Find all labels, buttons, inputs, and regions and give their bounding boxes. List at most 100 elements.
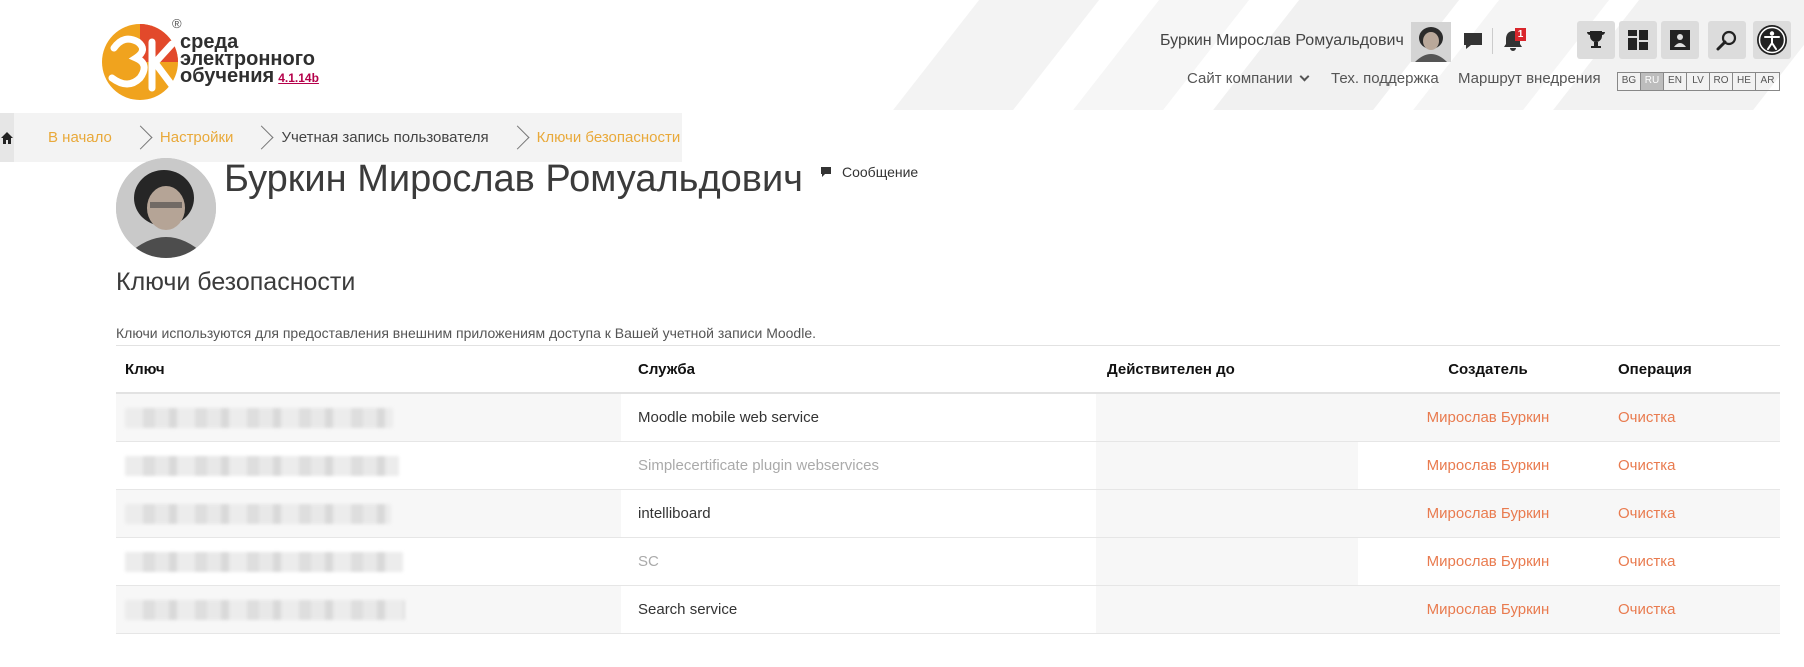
creator-link[interactable]: Мирослав Буркин [1358,394,1618,441]
trophy-button[interactable] [1577,21,1615,59]
chevron-right-icon [249,125,274,150]
logo-version: 4.1.14b [278,71,319,85]
creator-link[interactable]: Мирослав Буркин [1358,490,1618,537]
table-row: SC Мирослав Буркин Очистка [116,538,1780,586]
home-icon [1,131,13,144]
logo-line-3: обучения 4.1.14b [180,65,319,87]
redacted-key [125,551,403,572]
breadcrumb-home[interactable] [0,113,14,162]
col-operation: Операция [1618,360,1692,378]
lang-ro[interactable]: RO [1710,73,1733,90]
redacted-key [125,407,393,428]
table-row: Simplecertificate plugin webservices Мир… [116,442,1780,490]
header-user-name[interactable]: Буркин Мирослав Ромуальдович [1160,32,1404,50]
valid-until-cell [1096,394,1358,441]
courses-button[interactable] [1661,21,1699,59]
redacted-key [125,455,399,476]
nav-route[interactable]: Маршрут внедрения [1458,70,1601,87]
service-cell: intelliboard [621,490,1096,537]
redacted-key [125,503,391,524]
chevron-right-icon [128,125,153,150]
reset-link[interactable]: Очистка [1618,442,1780,489]
service-cell: Search service [621,586,1096,633]
lang-bg[interactable]: BG [1618,73,1641,90]
dashboard-button[interactable] [1619,21,1657,59]
breadcrumb-label: В начало [48,129,112,146]
profile-name: Буркин Мирослав Ромуальдович [224,158,803,200]
messages-icon[interactable] [1462,30,1484,52]
table-header: Ключ Служба Действителен до Создатель Оп… [116,345,1780,394]
search-icon [1716,30,1737,51]
key-cell [116,394,621,441]
breadcrumb-label: Ключи безопасности [536,129,681,146]
language-switcher: BG RU EN LV RO HE AR [1617,72,1780,91]
creator-link[interactable]: Мирослав Буркин [1358,586,1618,633]
breadcrumb-label: Учетная запись пользователя [281,129,489,146]
key-cell [116,442,621,489]
table-row: Moodle mobile web service Мирослав Бурки… [116,394,1780,442]
breadcrumb-item-account: Учетная запись пользователя [247,113,502,162]
valid-until-cell [1096,586,1358,633]
search-button[interactable] [1708,21,1746,59]
col-creator: Создатель [1448,360,1528,378]
breadcrumb-item-settings[interactable]: Настройки [126,113,248,162]
reset-link[interactable]: Очистка [1618,490,1780,537]
avatar-image [1411,22,1451,62]
breadcrumb-label: Настройки [159,129,234,146]
site-logo[interactable]: ® среда электронного обучения 4.1.14b [100,16,330,108]
logo-mark-icon [102,24,178,100]
lang-ar[interactable]: AR [1756,73,1779,90]
table-row: Search service Мирослав Буркин Очистка [116,586,1780,634]
col-valid-until: Действителен до [1107,360,1235,378]
header-divider [1492,28,1493,54]
creator-link[interactable]: Мирослав Буркин [1358,538,1618,585]
trophy-icon [1587,31,1605,48]
lang-en[interactable]: EN [1664,73,1687,90]
profile-message-link[interactable]: Сообщение [820,164,918,180]
profile-photo [116,158,216,258]
breadcrumb-item-home[interactable]: В начало [14,113,126,162]
lang-ru[interactable]: RU [1641,73,1664,90]
notification-count-badge: 1 [1515,28,1526,41]
key-cell [116,538,621,585]
lang-he[interactable]: HE [1733,73,1756,90]
profile-message-label: Сообщение [842,164,919,180]
service-cell: Moodle mobile web service [621,394,1096,441]
reset-link[interactable]: Очистка [1618,538,1780,585]
breadcrumb: В начало Настройки Учетная запись пользо… [0,113,682,162]
accessibility-button[interactable] [1753,21,1791,59]
header-avatar[interactable] [1411,22,1451,62]
page-intro: Ключи используются для предоставления вн… [116,325,817,341]
dashboard-icon [1628,30,1648,50]
breadcrumb-item-security-keys[interactable]: Ключи безопасности [503,113,695,162]
reset-link[interactable]: Очистка [1618,394,1780,441]
service-cell: Simplecertificate plugin webservices [621,442,1096,489]
lang-lv[interactable]: LV [1687,73,1710,90]
redacted-key [125,599,405,620]
valid-until-cell [1096,490,1358,537]
page-title: Ключи безопасности [116,268,356,296]
service-cell: SC [621,538,1096,585]
nav-company-label: Сайт компании [1187,70,1293,87]
logo-line-3-text: обучения [180,65,275,87]
chevron-down-icon [1299,71,1310,82]
profile-avatar [116,158,216,258]
nav-support[interactable]: Тех. поддержка [1331,70,1439,87]
message-icon [821,167,831,177]
col-service: Служба [638,360,695,378]
security-keys-table: Ключ Служба Действителен до Создатель Оп… [116,345,1780,634]
nav-company-site[interactable]: Сайт компании [1187,70,1310,87]
valid-until-cell [1096,538,1358,585]
accessibility-icon [1757,25,1787,55]
col-key: Ключ [125,360,165,378]
creator-link[interactable]: Мирослав Буркин [1358,442,1618,489]
reset-link[interactable]: Очистка [1618,586,1780,633]
key-cell [116,586,621,633]
table-row: intelliboard Мирослав Буркин Очистка [116,490,1780,538]
course-icon [1670,30,1690,50]
logo-registered: ® [172,16,182,31]
chevron-right-icon [505,125,530,150]
valid-until-cell [1096,442,1358,489]
logo-text: среда электронного обучения 4.1.14b [180,32,319,87]
key-cell [116,490,621,537]
